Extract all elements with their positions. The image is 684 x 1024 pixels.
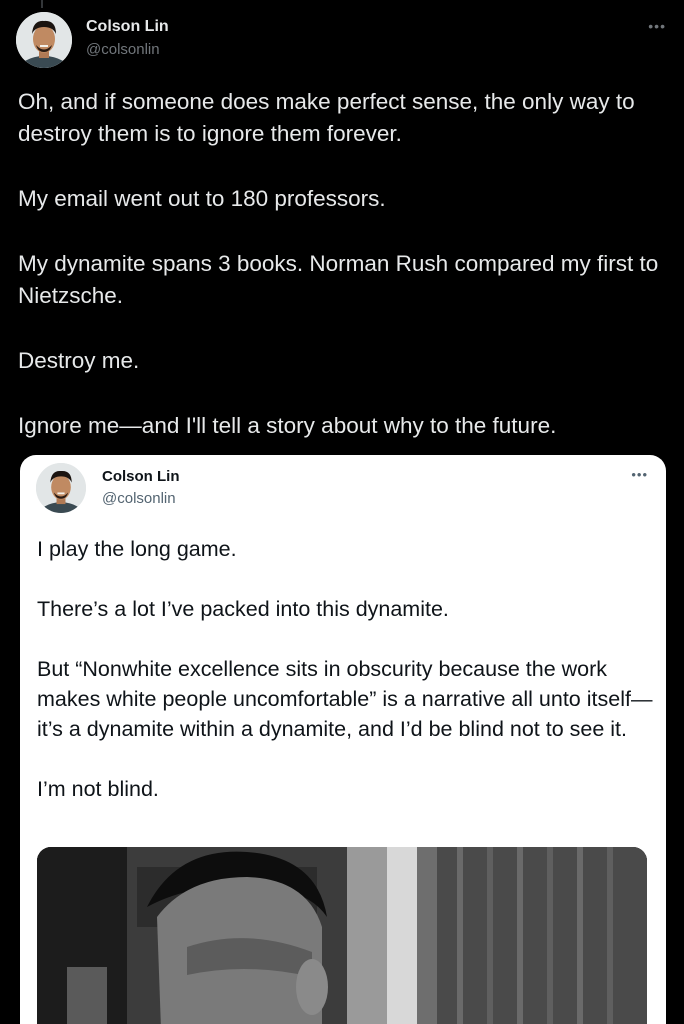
thread-line	[41, 0, 43, 8]
quoted-tweet-body: I play the long game. There’s a lot I’ve…	[37, 534, 657, 834]
quoted-paragraph: I’m not blind.	[37, 777, 159, 801]
tweet-paragraph: Destroy me.	[18, 348, 140, 373]
quoted-author-handle[interactable]: @colsonlin	[102, 490, 176, 507]
author-name[interactable]: Colson Lin	[86, 18, 169, 36]
tweet-paragraph: My dynamite spans 3 books. Norman Rush c…	[18, 251, 659, 308]
quoted-media-photo[interactable]	[37, 847, 647, 1024]
avatar[interactable]	[16, 12, 72, 68]
quoted-avatar[interactable]	[36, 463, 86, 513]
avatar-image	[16, 12, 72, 68]
quoted-paragraph: But “Nonwhite excellence sits in obscuri…	[37, 657, 653, 741]
quoted-paragraph: I play the long game.	[37, 537, 237, 561]
tweet-paragraph: Ignore me—and I'll tell a story about wh…	[18, 413, 557, 438]
photo-image	[37, 847, 647, 1024]
quoted-author-name[interactable]: Colson Lin	[102, 468, 180, 485]
tweet-paragraph: My email went out to 180 professors.	[18, 186, 386, 211]
quoted-tweet-card[interactable]: Colson Lin @colsonlin ••• I play the lon…	[20, 455, 666, 1024]
quoted-paragraph: There’s a lot I’ve packed into this dyna…	[37, 597, 449, 621]
tweet-body: Oh, and if someone does make perfect sen…	[18, 86, 668, 475]
more-icon[interactable]: •••	[631, 467, 648, 482]
tweet-header: Colson Lin @colsonlin •••	[16, 12, 668, 68]
tweet-paragraph: Oh, and if someone does make perfect sen…	[18, 89, 635, 146]
more-icon[interactable]: •••	[648, 18, 666, 34]
quoted-avatar-image	[36, 463, 86, 513]
author-handle[interactable]: @colsonlin	[86, 41, 160, 58]
